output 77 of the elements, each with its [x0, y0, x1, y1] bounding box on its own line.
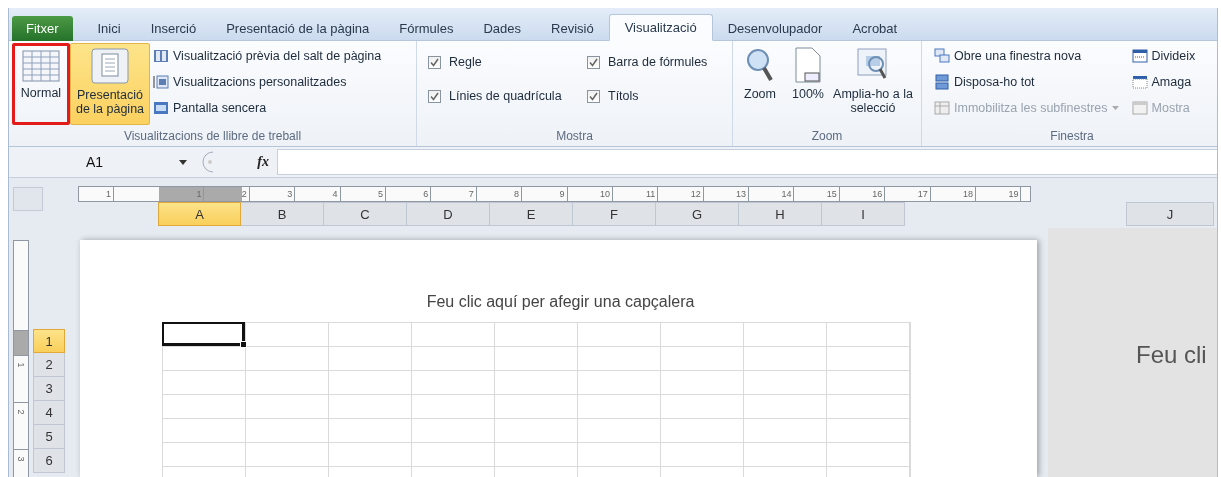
page-break-icon: [153, 48, 169, 64]
vertical-ruler: 1 2 3: [13, 240, 29, 477]
ribbon-tab[interactable]: Desenvolupador: [712, 16, 838, 41]
group-label: Finestra: [1050, 129, 1094, 143]
column-header[interactable]: I: [822, 202, 905, 226]
checkbox-option[interactable]: Línies de quadrícula: [428, 85, 587, 107]
row-header[interactable]: 5: [33, 425, 65, 449]
checkbox[interactable]: [428, 89, 441, 103]
page-icon: [793, 47, 823, 83]
group-label: Mostra: [556, 129, 593, 143]
zoom-button[interactable]: Zoom: [736, 43, 784, 125]
row-header[interactable]: 1: [33, 329, 65, 353]
ribbon-tab[interactable]: Inserció: [135, 16, 212, 41]
checkbox-label: Línies de quadrícula: [449, 89, 562, 103]
column-header[interactable]: A: [158, 202, 241, 226]
row-header[interactable]: 4: [33, 401, 65, 425]
checkbox-option[interactable]: Regle: [428, 51, 587, 73]
cell-grid[interactable]: [162, 322, 911, 477]
checkbox-label: Barra de fórmules: [608, 55, 708, 69]
ribbon-command[interactable]: Amaga: [1131, 71, 1196, 93]
zoom-button[interactable]: 100%: [784, 43, 832, 125]
column-header[interactable]: J: [1126, 202, 1214, 226]
ribbon-command[interactable]: Obre una finestra nova: [934, 45, 1119, 67]
checkbox[interactable]: [428, 55, 441, 69]
formula-input[interactable]: [277, 149, 1217, 175]
ribbon-tab[interactable]: Inici: [82, 16, 136, 41]
checkbox-label: Regle: [449, 55, 482, 69]
column-header[interactable]: C: [324, 202, 407, 226]
group-label: Zoom: [811, 129, 843, 143]
column-header[interactable]: E: [490, 202, 573, 226]
caret-icon: [1111, 106, 1119, 110]
row-header[interactable]: 6: [33, 449, 65, 473]
checkbox-label: Títols: [608, 89, 639, 103]
ribbon-tab[interactable]: Fórmules: [384, 16, 469, 41]
ribbon-tab[interactable]: Acrobat: [837, 16, 913, 41]
zoom-button[interactable]: Amplia-ho a la selecció: [832, 43, 914, 125]
column-header[interactable]: D: [407, 202, 490, 226]
checkbox-option[interactable]: Títols: [587, 85, 727, 107]
ribbon-command[interactable]: Divideix: [1131, 45, 1196, 67]
active-cell[interactable]: [162, 322, 245, 346]
ribbon-tab[interactable]: Visualització: [608, 14, 713, 41]
checkbox[interactable]: [587, 89, 600, 103]
row-header[interactable]: 3: [33, 377, 65, 401]
page-header-text: Feu cli: [1136, 340, 1207, 370]
ribbon-command[interactable]: Visualització prèvia del salt de pàgina: [153, 45, 382, 67]
view-button[interactable]: Presentació de la pàgina: [70, 43, 150, 125]
freeze-panes-icon: [934, 100, 950, 116]
ribbon-command[interactable]: Visualitzacions personalitzades: [153, 71, 382, 93]
new-window-icon: [934, 48, 950, 64]
magnifier-icon: [745, 47, 775, 83]
name-box[interactable]: A1: [9, 150, 193, 174]
column-header[interactable]: G: [656, 202, 739, 226]
page-icon: [91, 48, 129, 84]
group-label: Visualitzacions de llibre de treball: [123, 129, 302, 143]
grid-icon: [22, 50, 60, 82]
ribbon-tab[interactable]: Presentació de la pàgina: [211, 16, 385, 41]
full-screen-icon: [153, 100, 169, 116]
caret-icon: [179, 159, 187, 165]
column-header[interactable]: B: [241, 202, 324, 226]
hide-window-icon: [1131, 74, 1148, 90]
row-header[interactable]: 2: [33, 353, 65, 377]
ribbon-command[interactable]: Pantalla sencera: [153, 97, 382, 119]
unhide-window-icon: [1131, 100, 1148, 116]
ribbon-tab[interactable]: Fitxer: [12, 16, 73, 41]
checkbox-option[interactable]: Barra de fórmules: [587, 51, 727, 73]
ribbon-tab[interactable]: Dades: [468, 16, 537, 41]
column-header[interactable]: F: [573, 202, 656, 226]
checkbox[interactable]: [587, 55, 600, 69]
arrange-icon: [934, 74, 950, 90]
insert-function-button[interactable]: fx: [257, 154, 269, 170]
custom-view-icon: [153, 74, 169, 90]
ribbon-command[interactable]: Disposa-ho tot: [934, 71, 1119, 93]
page-header-text[interactable]: Feu clic aquí per afegir una capçalera: [422, 293, 695, 311]
column-header[interactable]: H: [739, 202, 822, 226]
split-icon: [1131, 48, 1148, 64]
ribbon-tab[interactable]: Revisió: [536, 16, 609, 41]
horizontal-ruler: 1 1 2 3 4 5 6 7 8 9 10 11 12 13 14 15 16 17 18 19: [78, 186, 1031, 202]
